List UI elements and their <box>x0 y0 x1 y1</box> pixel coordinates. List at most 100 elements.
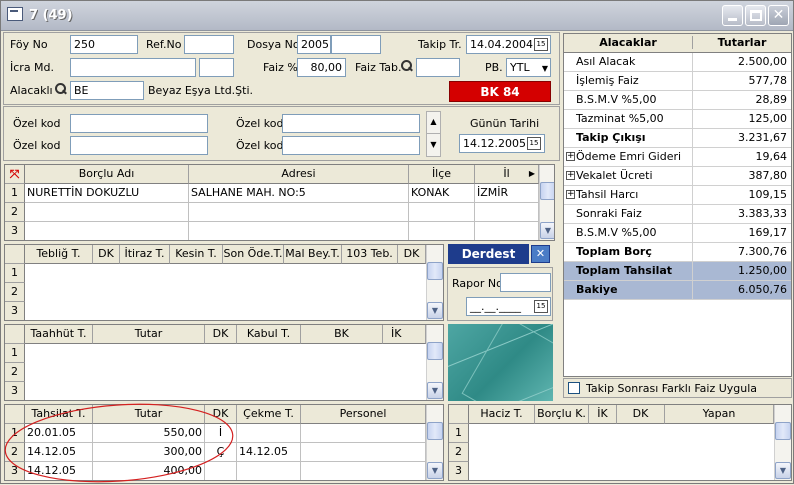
col-ik[interactable]: İK <box>383 325 426 344</box>
search-icon[interactable] <box>401 60 413 72</box>
expand-icon[interactable]: + <box>566 152 575 161</box>
col-yapan[interactable]: Yapan <box>665 405 774 424</box>
table-cell[interactable]: NURETTİN DOKUZLU <box>25 184 189 203</box>
ozel-kod-field-3[interactable] <box>282 114 420 133</box>
ozel-kod-field-2[interactable] <box>70 136 208 155</box>
col-haciz-t[interactable]: Haciz T. <box>469 405 535 424</box>
table-cell[interactable] <box>301 424 426 443</box>
calendar-icon[interactable]: 15 <box>527 137 541 150</box>
search-icon[interactable] <box>55 83 67 95</box>
alacaklar-row[interactable]: Bakiye 6.050,76 <box>564 281 791 300</box>
teblig-scrollbar[interactable]: ▼ <box>426 245 443 320</box>
taahhut-scrollbar[interactable]: ▼ <box>426 325 443 400</box>
table-cell[interactable] <box>301 443 426 462</box>
scroll-down-icon[interactable]: ▼ <box>427 135 440 156</box>
table-cell[interactable]: SALHANE MAH. NO:5 <box>189 184 409 203</box>
faiz-tab-field[interactable] <box>416 58 460 77</box>
scroll-down-icon[interactable]: ▼ <box>427 382 443 399</box>
table-cell[interactable]: KONAK <box>409 184 475 203</box>
scroll-thumb[interactable] <box>427 262 443 280</box>
calendar-icon[interactable]: 15 <box>534 300 548 313</box>
close-icon[interactable]: ✕ <box>531 245 550 263</box>
col-103-teb[interactable]: 103 Teb. <box>342 245 398 264</box>
col-teblig-t[interactable]: Tebliğ T. <box>25 245 93 264</box>
haciz-scrollbar[interactable]: ▼ <box>774 405 791 480</box>
scroll-down-icon[interactable]: ▼ <box>775 462 791 479</box>
table-cell[interactable] <box>301 462 426 480</box>
table-cell[interactable] <box>189 203 409 222</box>
alacaklar-row[interactable]: Takip Çıkışı 3.231,67 <box>564 129 791 148</box>
expand-icon[interactable]: + <box>566 171 575 180</box>
table-cell[interactable] <box>475 203 539 222</box>
alacaklar-row[interactable]: B.S.M.V %5,00 28,89 <box>564 91 791 110</box>
col-cekme-t[interactable]: Çekme T. <box>237 405 301 424</box>
scroll-down-icon[interactable]: ▼ <box>540 222 554 239</box>
col-ik[interactable]: İK <box>589 405 617 424</box>
scroll-thumb[interactable] <box>775 422 791 440</box>
table-cell[interactable] <box>237 462 301 480</box>
ozel-kod-field-1[interactable] <box>70 114 208 133</box>
scroll-thumb[interactable] <box>540 182 554 200</box>
col-mal-bey-t[interactable]: Mal Bey.T. <box>284 245 342 264</box>
minimize-button[interactable] <box>722 5 743 26</box>
tahsilat-scrollbar[interactable]: ▼ <box>426 405 443 480</box>
alacaklar-row[interactable]: + Vekalet Ücreti 387,80 <box>564 167 791 186</box>
col-adresi[interactable]: Adresi <box>189 165 409 184</box>
table-cell[interactable] <box>475 222 539 240</box>
col-dk[interactable]: DK <box>617 405 665 424</box>
chevron-right-icon[interactable]: ▶ <box>529 165 535 183</box>
icra-md-field[interactable] <box>70 58 196 77</box>
col-borclu-k[interactable]: Borçlu K. <box>535 405 589 424</box>
calendar-icon[interactable]: 15 <box>534 38 548 51</box>
scroll-up-icon[interactable]: ▲ <box>427 112 440 134</box>
alacaklar-row[interactable]: Toplam Tahsilat 1.250,00 <box>564 262 791 281</box>
col-borclu-adi[interactable]: Borçlu Adı <box>25 165 189 184</box>
table-cell[interactable] <box>25 222 189 240</box>
alacaklar-row[interactable]: + Tahsil Harcı 109,15 <box>564 186 791 205</box>
col-il[interactable]: İl ▶ <box>475 165 539 184</box>
ref-no-field[interactable] <box>184 35 234 54</box>
dosya-no-year-field[interactable]: 2005 <box>297 35 331 54</box>
table-cell[interactable] <box>409 203 475 222</box>
ozel-kod-field-4[interactable] <box>282 136 420 155</box>
col-bk[interactable]: BK <box>301 325 383 344</box>
alacaklar-row[interactable]: Toplam Borç 7.300,76 <box>564 243 791 262</box>
expand-grid-icon[interactable]: ⤧ <box>5 165 25 184</box>
currency-select[interactable]: YTL ▼ <box>506 58 551 77</box>
scroll-thumb[interactable] <box>427 342 443 360</box>
table-cell[interactable] <box>237 424 301 443</box>
col-dk[interactable]: DK <box>205 325 237 344</box>
scroll-down-icon[interactable]: ▼ <box>427 302 443 319</box>
dosya-no-field[interactable] <box>331 35 381 54</box>
maximize-button[interactable] <box>745 5 766 26</box>
table-cell[interactable] <box>189 222 409 240</box>
col-itiraz-t[interactable]: İtiraz T. <box>120 245 170 264</box>
scroll-thumb[interactable] <box>427 422 443 440</box>
col-taahhut-t[interactable]: Taahhüt T. <box>25 325 93 344</box>
rapor-no-field[interactable] <box>500 273 551 292</box>
foy-no-field[interactable]: 250 <box>70 35 138 54</box>
col-personel[interactable]: Personel <box>301 405 426 424</box>
alacakli-code-field[interactable]: BE <box>70 81 144 100</box>
table-cell[interactable]: İZMİR <box>475 184 539 203</box>
alacaklar-row[interactable]: Asıl Alacak 2.500,00 <box>564 53 791 72</box>
table-cell[interactable] <box>409 222 475 240</box>
table-cell[interactable]: 14.12.05 <box>237 443 301 462</box>
alacaklar-row[interactable]: B.S.M.V %5,00 169,17 <box>564 224 791 243</box>
col-dk[interactable]: DK <box>93 245 120 264</box>
alacaklar-row[interactable]: Sonraki Faiz 3.383,33 <box>564 205 791 224</box>
derdest-button[interactable]: Derdest <box>448 244 529 264</box>
close-button[interactable]: ✕ <box>768 5 789 26</box>
ozel-kod-scrollbar[interactable]: ▲ ▼ <box>426 111 441 157</box>
faiz-field[interactable]: 80,00 <box>297 58 346 77</box>
col-kesin-t[interactable]: Kesin T. <box>170 245 223 264</box>
alacaklar-row[interactable]: + Ödeme Emri Gideri 19,64 <box>564 148 791 167</box>
col-ilce[interactable]: İlçe <box>409 165 475 184</box>
alacaklar-row[interactable]: İşlemiş Faiz 577,78 <box>564 72 791 91</box>
expand-icon[interactable]: + <box>566 190 575 199</box>
alacaklar-row[interactable]: Tazminat %5,00 125,00 <box>564 110 791 129</box>
table-cell[interactable] <box>25 203 189 222</box>
farkli-faiz-checkbox[interactable] <box>568 382 580 394</box>
col-kabul-t[interactable]: Kabul T. <box>237 325 301 344</box>
borclu-scrollbar[interactable]: ▼ <box>539 165 554 240</box>
